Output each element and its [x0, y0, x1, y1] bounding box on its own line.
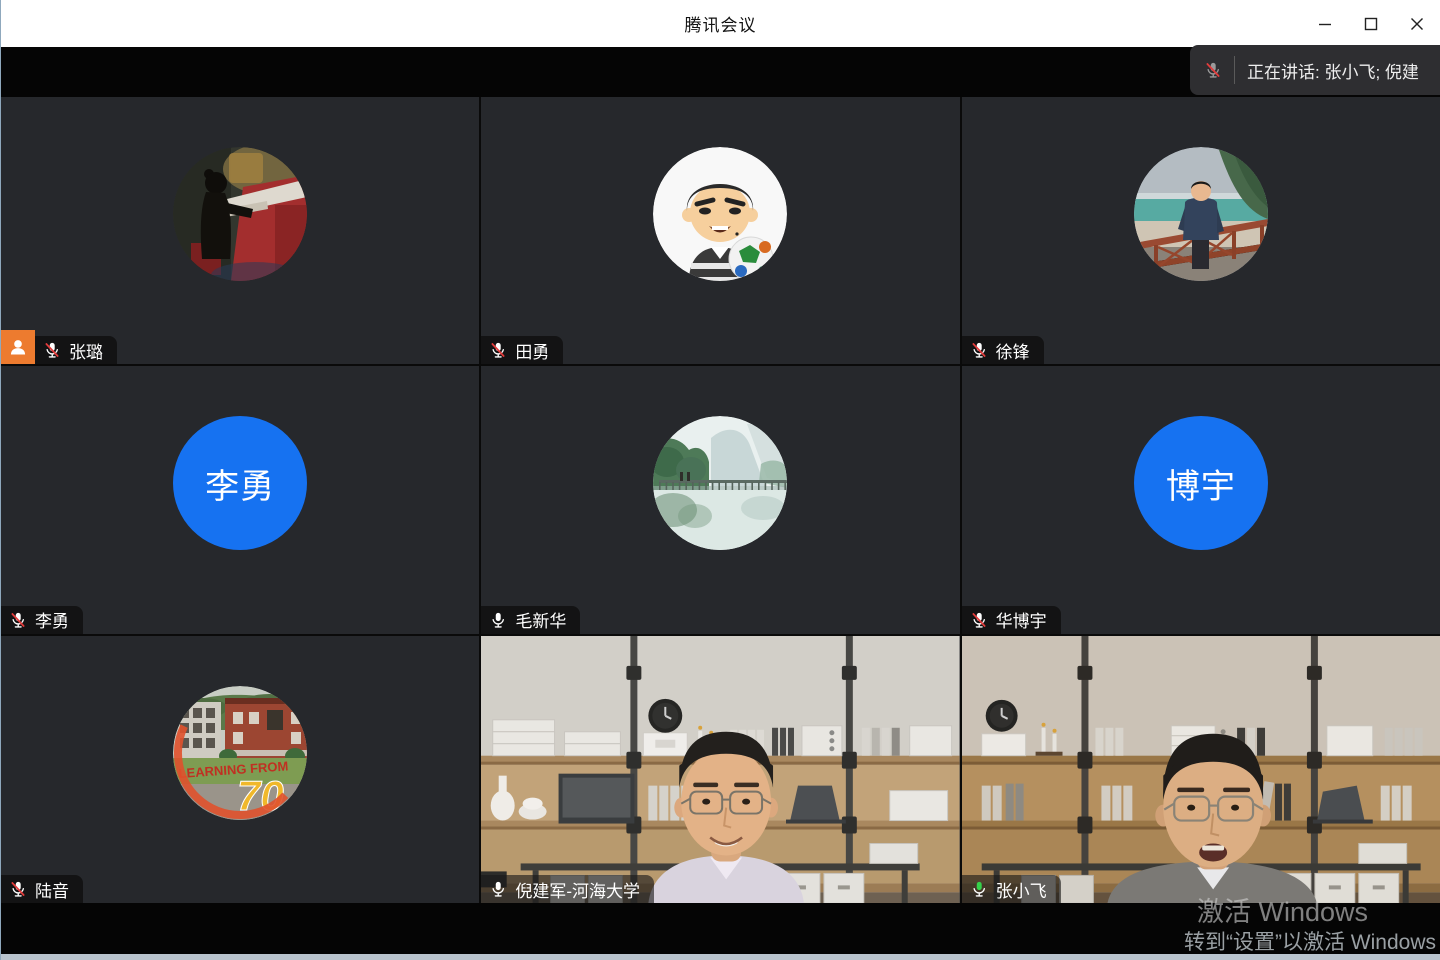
- nametag: 毛新华: [481, 606, 580, 634]
- avatar-maoxinhua: [653, 416, 787, 550]
- participant-name: 徐锋: [996, 338, 1030, 363]
- speaking-banner-text: 正在讲话: 张小飞; 倪建: [1247, 58, 1419, 83]
- title-bar: 腾讯会议: [1, 0, 1440, 47]
- close-icon: [1410, 17, 1424, 31]
- mic-muted-icon: [43, 341, 61, 359]
- avatar-initials: 李勇: [205, 459, 275, 508]
- nametag: 张璐: [35, 336, 117, 364]
- participant-tile-zhanglu[interactable]: 张璐: [1, 97, 479, 364]
- avatar-initials: 博宇: [1166, 459, 1236, 508]
- participant-name: 田勇: [515, 338, 549, 363]
- video-feed-zhangxiaofei: [962, 636, 1440, 903]
- mic-muted-icon: [9, 611, 27, 629]
- video-grid: 张璐: [1, 97, 1440, 903]
- avatar-huaboyu: 博宇: [1134, 416, 1268, 550]
- minimize-button[interactable]: [1302, 0, 1348, 47]
- windows-watermark-line1: 激活 Windows: [1197, 890, 1368, 929]
- participant-name: 陆音: [35, 877, 69, 902]
- nametag: 徐锋: [962, 336, 1044, 364]
- nametag: 陆音: [1, 875, 83, 903]
- participant-name: 李勇: [35, 607, 69, 632]
- avatar-zhanglu: [173, 147, 307, 281]
- participant-tile-liyong[interactable]: 李勇 李勇: [1, 366, 479, 633]
- video-feed-nijianjun: [481, 636, 959, 903]
- participant-tile-tianyong[interactable]: 田勇: [481, 97, 959, 364]
- mic-muted-icon: [970, 611, 988, 629]
- participant-tile-nijianjun[interactable]: 倪建军-河海大学: [481, 636, 959, 903]
- participant-tile-xufeng[interactable]: 徐锋: [962, 97, 1440, 364]
- mic-muted-icon: [9, 880, 27, 898]
- nametag: 张小飞: [962, 875, 1061, 903]
- participant-tile-zhangxiaofei[interactable]: 张小飞: [962, 636, 1440, 903]
- participant-tile-huaboyu[interactable]: 博宇 华博宇: [962, 366, 1440, 633]
- participant-name: 倪建军-河海大学: [515, 877, 640, 902]
- nametag: 田勇: [481, 336, 563, 364]
- participant-name: 华博宇: [996, 607, 1047, 632]
- mic-muted-icon: [489, 341, 507, 359]
- avatar-luyin: LEARNING FROM 70: [173, 686, 307, 820]
- mic-muted-icon: [970, 341, 988, 359]
- nametag: 倪建军-河海大学: [481, 875, 654, 903]
- host-badge: [1, 330, 35, 364]
- window-title: 腾讯会议: [685, 11, 757, 36]
- maximize-icon: [1364, 17, 1378, 31]
- nametag: 华博宇: [962, 606, 1061, 634]
- minimize-icon: [1318, 17, 1332, 31]
- maximize-button[interactable]: [1348, 0, 1394, 47]
- participant-tile-maoxinhua[interactable]: 毛新华: [481, 366, 959, 633]
- speaking-banner: 正在讲话: 张小飞; 倪建: [1190, 45, 1440, 95]
- windows-watermark-line2: 转到“设置”以激活 Windows: [1184, 926, 1436, 956]
- avatar-xufeng: [1134, 147, 1268, 281]
- participant-name: 毛新华: [515, 607, 566, 632]
- mic-on-icon: [489, 880, 507, 898]
- avatar-liyong: 李勇: [173, 416, 307, 550]
- mic-on-icon: [489, 611, 507, 629]
- banner-divider: [1234, 56, 1235, 84]
- participant-tile-luyin[interactable]: LEARNING FROM 70 陆音: [1, 636, 479, 903]
- participant-name: 张小飞: [996, 877, 1047, 902]
- avatar-tianyong: [653, 147, 787, 281]
- person-icon: [8, 337, 28, 357]
- participant-name: 张璐: [69, 338, 103, 363]
- mic-speaking-icon: [970, 880, 988, 898]
- close-button[interactable]: [1394, 0, 1440, 47]
- mic-muted-icon: [1204, 61, 1222, 79]
- nametag: 李勇: [1, 606, 83, 634]
- nametag-row: 张璐: [1, 330, 117, 364]
- meeting-window: 腾讯会议 正在讲话: 张小飞; 倪建: [0, 0, 1440, 960]
